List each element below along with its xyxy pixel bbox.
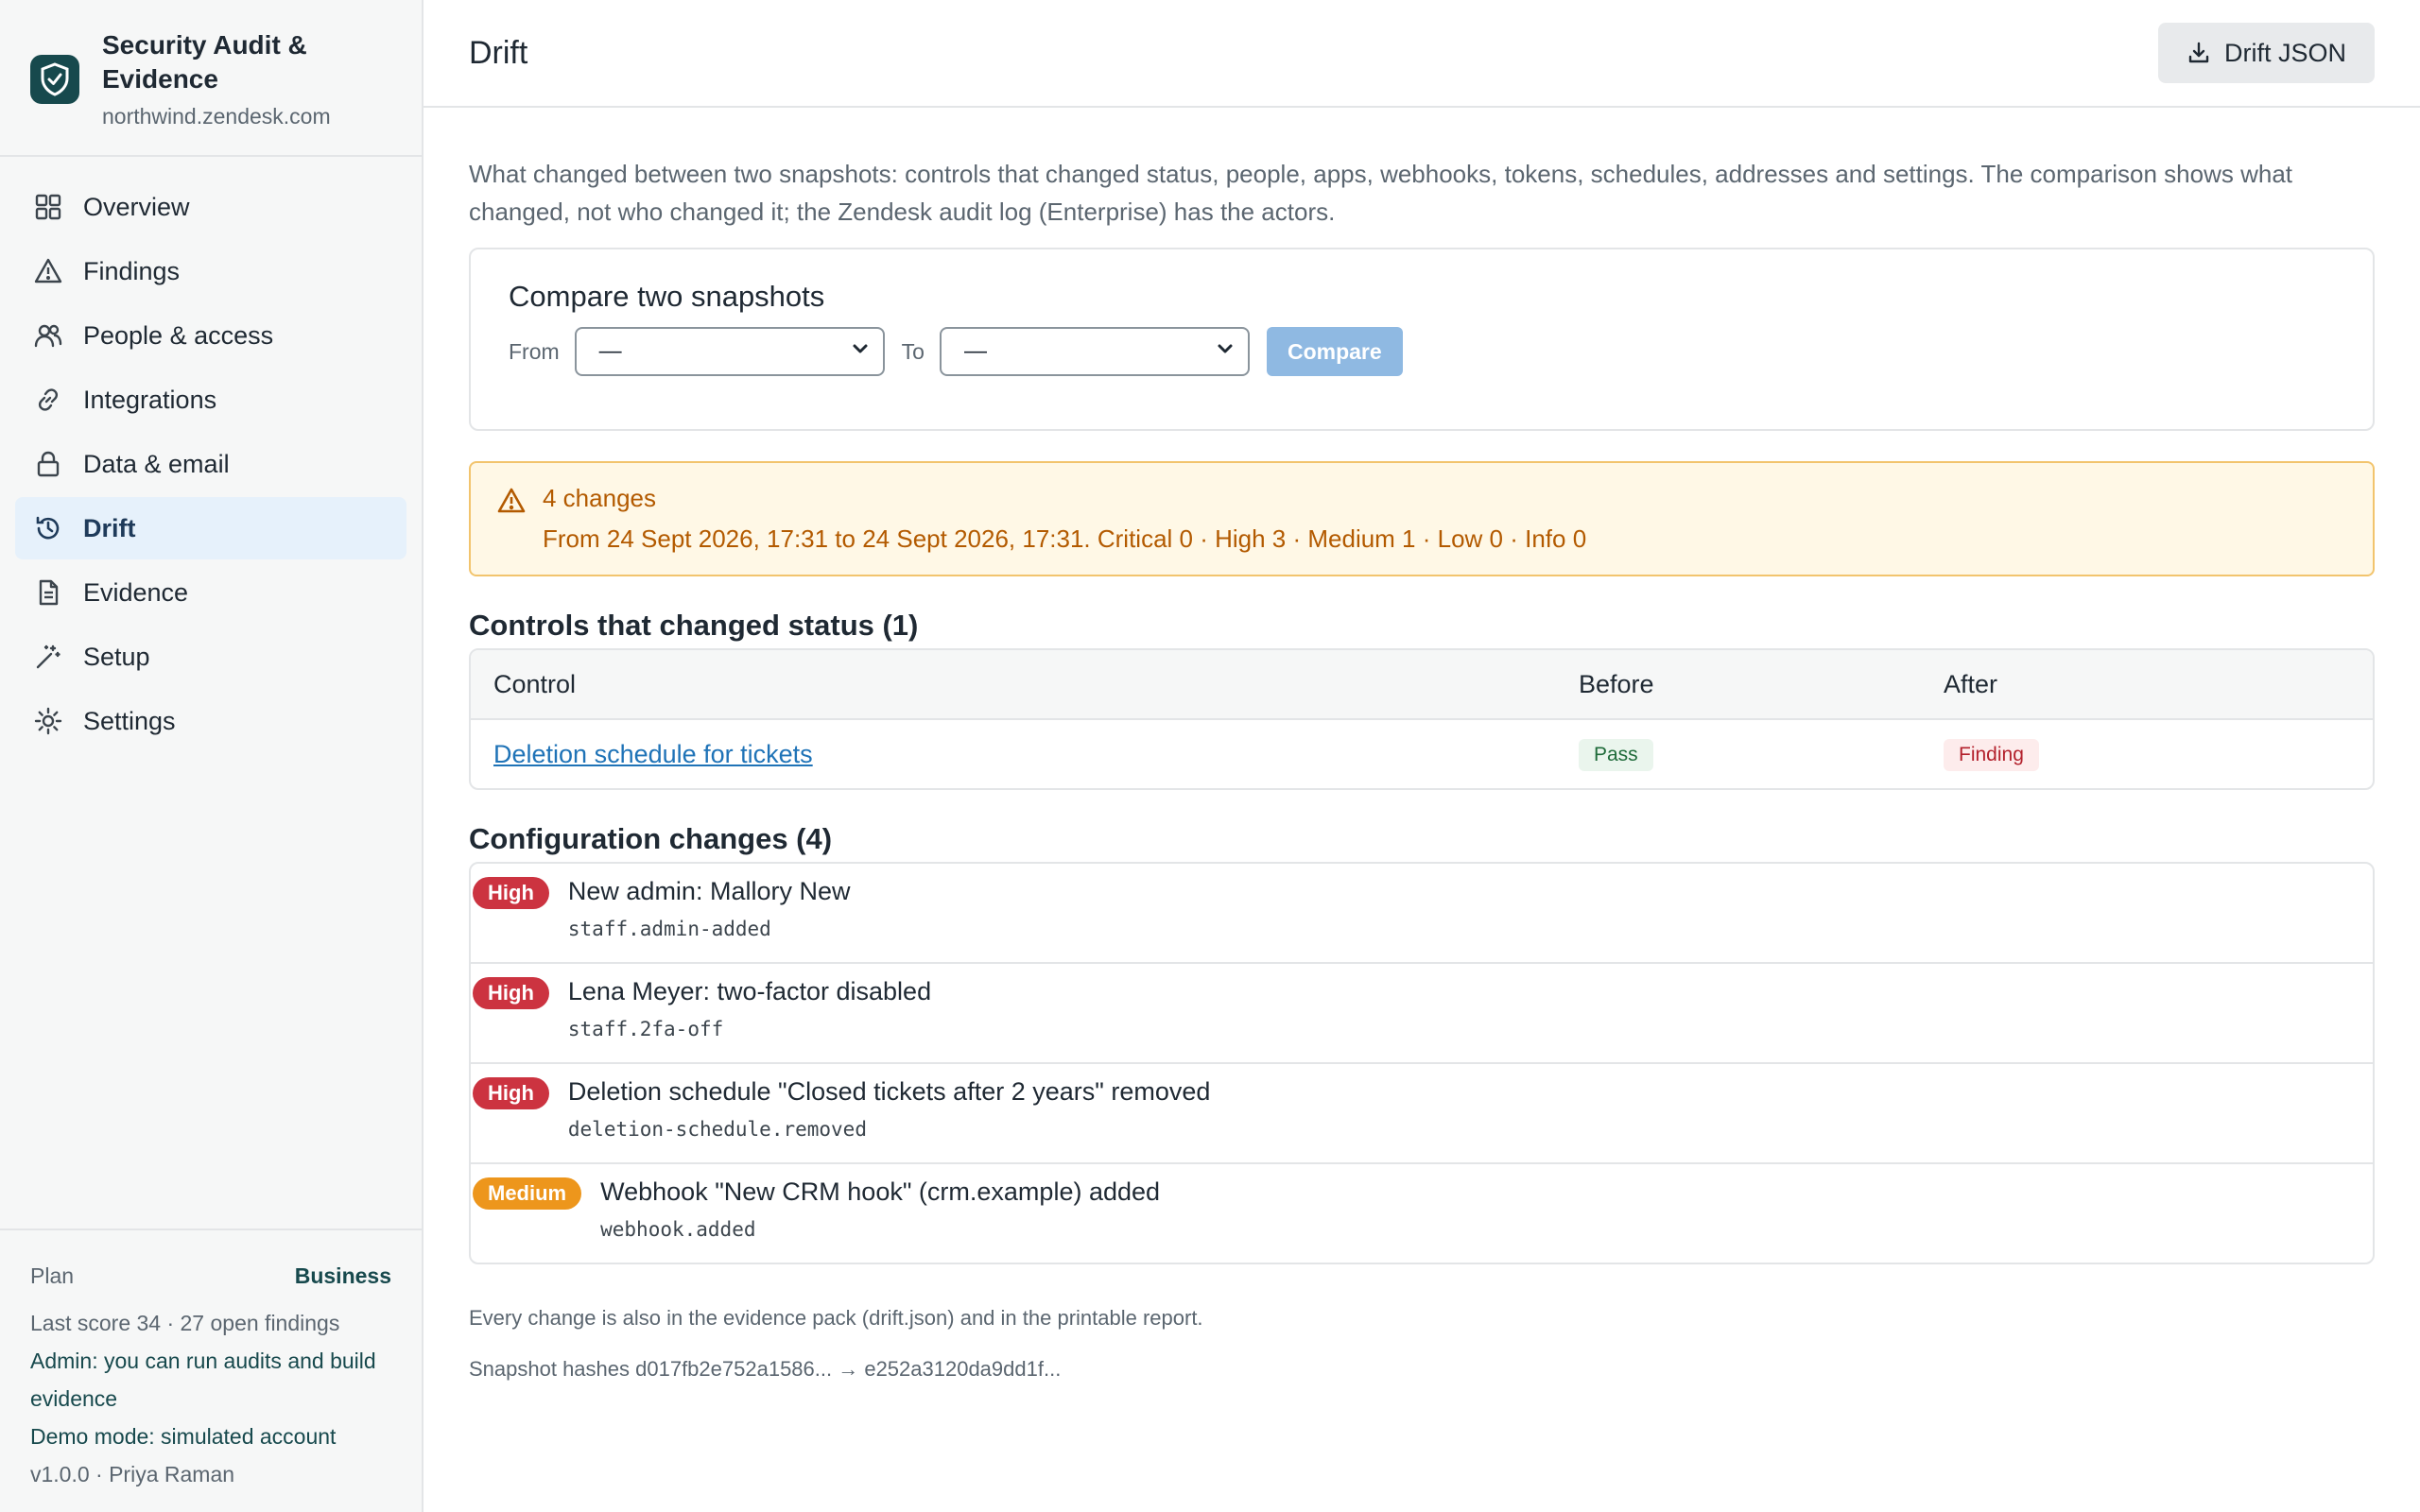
sidebar-item-label: Settings <box>83 706 176 735</box>
change-title: Lena Meyer: two-factor disabled <box>567 977 932 1005</box>
plan-label: Plan <box>30 1263 75 1288</box>
severity-badge: High <box>473 1077 549 1109</box>
change-title: Deletion schedule "Closed tickets after … <box>567 1077 1211 1106</box>
sidebar-item-label: Findings <box>83 256 181 285</box>
sidebar-item-overview[interactable]: Overview <box>15 176 406 238</box>
people-icon <box>32 319 64 352</box>
page-title: Drift <box>469 34 528 71</box>
to-select[interactable]: — <box>939 327 1250 376</box>
change-title: Webhook "New CRM hook" (crm.example) add… <box>600 1177 1161 1206</box>
from-label: From <box>509 338 560 364</box>
column-header-before: Before <box>1579 669 1654 698</box>
sidebar: Security Audit & Evidence northwind.zend… <box>0 0 424 1512</box>
severity-badge: High <box>473 977 549 1009</box>
main-content: Drift Drift JSON What changed between tw… <box>424 0 2420 1512</box>
sidebar-item-integrations[interactable]: Integrations <box>15 369 406 431</box>
chevron-down-icon <box>1216 338 1235 365</box>
compare-button[interactable]: Compare <box>1266 327 1403 376</box>
document-icon <box>32 576 64 609</box>
app-title: Security Audit & Evidence <box>102 30 307 94</box>
table-row: Deletion schedule for tickets Pass Findi… <box>471 720 2373 788</box>
from-select-value: — <box>598 338 622 364</box>
list-item: High New admin: Mallory New staff.admin-… <box>471 864 2373 964</box>
plan-value: Business <box>294 1263 391 1288</box>
sidebar-item-label: Drift <box>83 513 136 542</box>
demo-note: Demo mode: simulated account <box>30 1424 337 1449</box>
column-header-control: Control <box>493 669 577 698</box>
config-section-title: Configuration changes (4) <box>469 822 833 855</box>
download-icon <box>2187 41 2211 65</box>
compare-card: Compare two snapshots From — To — Compar… <box>469 248 2375 431</box>
sidebar-item-data-email[interactable]: Data & email <box>15 433 406 495</box>
change-code: webhook.added <box>600 1218 756 1241</box>
brand-header: Security Audit & Evidence northwind.zend… <box>0 0 422 157</box>
sidebar-nav: Overview Findings People & access Integr… <box>0 157 422 1228</box>
history-icon <box>32 512 64 544</box>
sidebar-item-label: Integrations <box>83 385 217 414</box>
list-item: Medium Webhook "New CRM hook" (crm.examp… <box>471 1164 2373 1263</box>
sidebar-item-label: Data & email <box>83 449 230 478</box>
score-summary: Last score 34 · 27 open findings <box>30 1311 340 1335</box>
to-select-value: — <box>963 338 987 364</box>
sidebar-item-label: Evidence <box>83 577 189 607</box>
drift-page: What changed between two snapshots: cont… <box>424 108 2420 1382</box>
account-subdomain: northwind.zendesk.com <box>102 104 331 129</box>
sidebar-item-evidence[interactable]: Evidence <box>15 561 406 624</box>
severity-badge: Medium <box>473 1177 582 1210</box>
change-code: staff.admin-added <box>567 918 771 940</box>
column-header-after: After <box>1944 669 1998 698</box>
wand-icon <box>32 641 64 673</box>
sidebar-footer: Plan Business Last score 34 · 27 open fi… <box>0 1228 422 1512</box>
table-header: Control Before After <box>471 650 2373 720</box>
severity-badge: High <box>473 877 549 909</box>
status-badge-before: Pass <box>1579 738 1653 771</box>
control-link[interactable]: Deletion schedule for tickets <box>493 740 813 768</box>
intro-text: What changed between two snapshots: cont… <box>469 160 2293 226</box>
compare-title: Compare two snapshots <box>509 280 825 313</box>
list-item: High Lena Meyer: two-factor disabled sta… <box>471 964 2373 1064</box>
sidebar-item-people-access[interactable]: People & access <box>15 304 406 367</box>
admin-note: Admin: you can run audits and build evid… <box>30 1349 376 1411</box>
change-title: New admin: Mallory New <box>567 877 851 905</box>
shield-check-icon <box>30 55 79 104</box>
config-changes-list: High New admin: Mallory New staff.admin-… <box>469 862 2375 1264</box>
sidebar-item-label: Setup <box>83 642 150 671</box>
warning-icon <box>32 255 64 287</box>
snapshot-hashes: Snapshot hashes d017fb2e752a1586... → e2… <box>469 1357 1062 1381</box>
to-label: To <box>901 338 925 364</box>
warning-icon <box>497 488 526 554</box>
page-header: Drift Drift JSON <box>424 0 2420 108</box>
sidebar-item-findings[interactable]: Findings <box>15 240 406 302</box>
controls-table: Control Before After Deletion schedule f… <box>469 648 2375 790</box>
link-icon <box>32 384 64 416</box>
evidence-footnote: Every change is also in the evidence pac… <box>469 1306 1203 1330</box>
change-code: staff.2fa-off <box>567 1018 724 1040</box>
chevron-down-icon <box>851 338 870 365</box>
from-select[interactable]: — <box>574 327 885 376</box>
gear-icon <box>32 705 64 737</box>
version-user: v1.0.0 · Priya Raman <box>30 1462 235 1486</box>
sidebar-item-settings[interactable]: Settings <box>15 690 406 752</box>
drift-json-label: Drift JSON <box>2223 38 2346 67</box>
controls-section-title: Controls that changed status (1) <box>469 609 919 642</box>
sidebar-item-label: People & access <box>83 320 274 350</box>
lock-icon <box>32 448 64 480</box>
status-badge-after: Finding <box>1944 738 2039 771</box>
sidebar-item-setup[interactable]: Setup <box>15 626 406 688</box>
drift-json-button[interactable]: Drift JSON <box>2157 23 2375 83</box>
sidebar-item-drift[interactable]: Drift <box>15 497 406 559</box>
changes-range: From 24 Sept 2026, 17:31 to 24 Sept 2026… <box>543 524 1587 553</box>
list-item: High Deletion schedule "Closed tickets a… <box>471 1064 2373 1164</box>
grid-icon <box>32 191 64 223</box>
changes-summary-alert: 4 changes From 24 Sept 2026, 17:31 to 24… <box>469 461 2375 576</box>
changes-count: 4 changes <box>543 484 656 512</box>
sidebar-item-label: Overview <box>83 192 190 221</box>
change-code: deletion-schedule.removed <box>567 1118 867 1141</box>
